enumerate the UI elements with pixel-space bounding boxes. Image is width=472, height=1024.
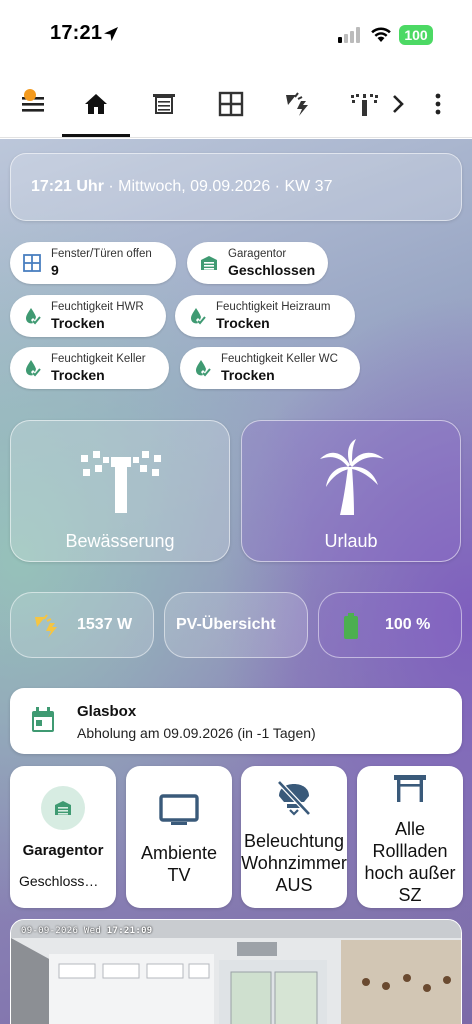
vacation-tile[interactable]: Urlaub [241,420,461,562]
chip-humidity-hwr[interactable]: Feuchtigkeit HWR Trocken [10,295,166,337]
shutter-line-1: Alle [394,819,425,839]
chip-value: Geschlossen [228,262,316,278]
chevron-right-icon [393,95,404,113]
solar-power-icon [35,614,57,638]
tab-blinds[interactable] [136,70,192,138]
chip-garage-door[interactable]: Garagentor Geschlossen [187,242,328,284]
sprinkler-icon [351,94,378,116]
more-vert-icon [435,93,441,115]
shutter-line-4: SZ [398,885,422,905]
pv-overview-label: PV-Übersicht [176,616,276,633]
pv-power-pill[interactable]: 1537 W [10,592,154,658]
shutter-icon [394,775,426,802]
dashboard-area: 17:21 Uhr · Mittwoch, 09.09.2026 · KW 37… [0,139,472,1024]
location-arrow-icon [104,27,118,41]
more-options-button[interactable] [424,70,452,138]
chip-value: Trocken [221,367,275,383]
roller-shutters-tile[interactable]: Alle Rollladen hoch außer SZ [357,766,463,908]
irrigation-label: Bewässerung [65,531,175,551]
garage-tile-state: Geschloss… [19,873,99,889]
chip-humidity-basement-wc[interactable]: Feuchtigkeit Keller WC Trocken [180,347,360,389]
tv-icon [159,794,199,825]
light-off-icon [277,780,311,816]
status-time: 17:21 [50,22,103,44]
light-line-2: Wohnzimmer [241,853,347,873]
home-icon [85,94,107,114]
vacation-label: Urlaub [324,531,378,551]
scroll-tabs-right-button[interactable] [386,70,410,138]
pv-power-value: 1537 W [77,616,133,633]
chip-label: Feuchtigkeit Keller WC [221,353,338,365]
ambiente-tv-tile[interactable]: Ambiente TV [126,766,232,908]
window-icon [23,254,41,272]
battery-icon [344,613,358,639]
camera-feed[interactable]: 09-09-2026 Wed 17:21:09 [10,919,462,1024]
chip-label: Feuchtigkeit HWR [51,301,144,313]
chip-label: Garagentor [228,248,287,260]
battery-pill[interactable]: 100 % [318,592,462,658]
chip-label: Fenster/Türen offen [51,248,152,260]
glasbox-card[interactable]: Glasbox Abholung am 09.09.2026 (in -1 Ta… [10,688,462,754]
shutter-line-2: Rollladen [372,841,448,861]
water-check-icon [191,308,206,325]
water-check-icon [26,308,41,325]
camera-timestamp: 09-09-2026 Wed 17:21:09 [21,926,153,936]
water-check-icon [196,360,211,377]
top-nav [0,70,472,138]
tab-home[interactable] [68,70,124,138]
ambiente-line-1: Ambiente [140,843,218,863]
battery-indicator: 100 [399,25,433,45]
garage-tile-title: Garagentor [22,842,104,859]
tab-energy[interactable] [270,70,326,138]
active-tab-indicator [62,134,130,137]
ambiente-line-2: TV [167,865,191,885]
chip-windows-open[interactable]: Fenster/Türen offen 9 [10,242,176,284]
garage-icon-circle [41,786,85,830]
wifi-icon [371,27,391,42]
weather-power-icon [286,92,308,116]
shutter-line-3: hoch außer [364,863,456,883]
garage-door-tile[interactable]: Garagentor Geschloss… [10,766,116,908]
date-time-card: 17:21 Uhr · Mittwoch, 09.09.2026 · KW 37 [10,153,462,221]
date-time-text: 17:21 Uhr · Mittwoch, 09.09.2026 · KW 37 [31,178,333,195]
light-line-1: Beleuchtung [243,831,345,851]
status-bar: 17:21 100 [0,0,472,70]
blinds-icon [153,94,175,114]
chip-humidity-heating-room[interactable]: Feuchtigkeit Heizraum Trocken [175,295,355,337]
menu-button[interactable] [14,70,54,138]
glasbox-title: Glasbox [77,703,137,720]
tab-irrigation[interactable] [337,70,393,138]
irrigation-tile[interactable]: Bewässerung [10,420,230,562]
chip-value: Trocken [51,367,105,383]
sprinkler-icon [81,451,161,513]
light-line-3: AUS [275,875,313,895]
chip-humidity-basement[interactable]: Feuchtigkeit Keller Trocken [10,347,169,389]
battery-value: 100 % [385,616,431,633]
notification-dot [24,89,36,101]
chip-value: Trocken [216,315,270,331]
pv-overview-pill[interactable]: PV-Übersicht [164,592,308,658]
glasbox-subtitle: Abholung am 09.09.2026 (in -1 Tagen) [77,725,316,741]
garage-icon [55,801,71,815]
chip-value: 9 [51,262,59,278]
tab-windows[interactable] [203,70,259,138]
water-check-icon [26,360,41,377]
window-icon [218,91,244,117]
calendar-icon [32,707,54,732]
living-room-light-tile[interactable]: Beleuchtung Wohnzimmer AUS [241,766,347,908]
palm-tree-icon [320,439,384,515]
chip-label: Feuchtigkeit Keller [51,353,146,365]
chip-label: Feuchtigkeit Heizraum [216,301,331,313]
cell-signal-icon [338,27,360,43]
chip-value: Trocken [51,315,105,331]
garage-icon [201,256,217,270]
